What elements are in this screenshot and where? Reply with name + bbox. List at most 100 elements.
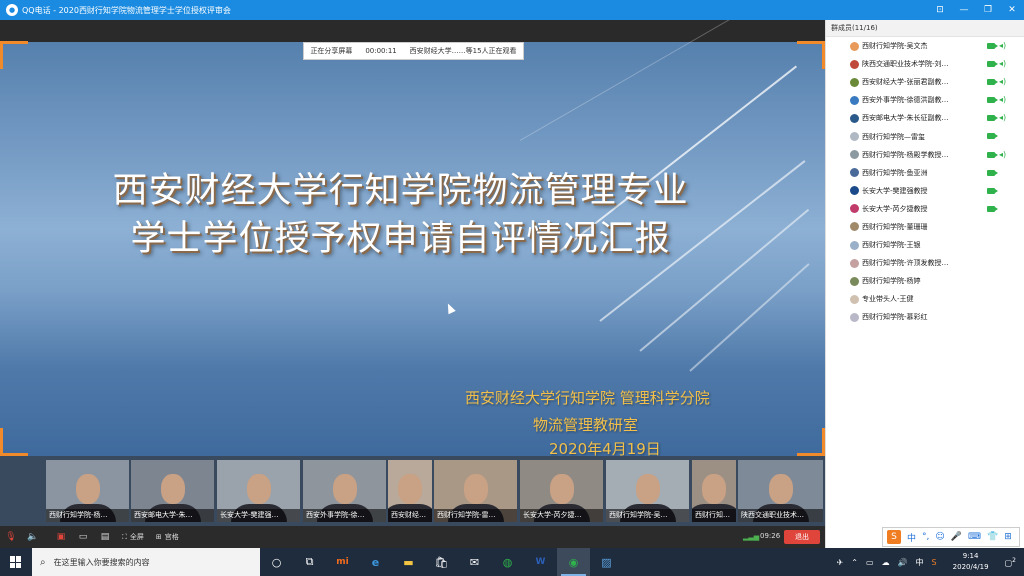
screen-share-icon[interactable]: ▭ xyxy=(72,526,94,548)
mic-active-icon: ◂) xyxy=(999,59,1007,69)
battery-icon[interactable]: ▭ xyxy=(866,558,874,567)
sogou-tray-icon[interactable]: S xyxy=(932,558,937,567)
window-meeting-title: 2020西财行知学院物流管理学士学位授权评审会 xyxy=(58,5,231,15)
close-button[interactable]: ✕ xyxy=(1000,0,1024,20)
ime-skin-icon[interactable]: 👕 xyxy=(987,532,998,542)
video-tile[interactable]: 长安大学-芮夕捷… xyxy=(520,460,603,522)
member-name: 陕西交通职业技术学院-刘… xyxy=(862,60,949,69)
network-icon[interactable]: ☁ xyxy=(882,558,890,567)
member-item[interactable]: 西财行知学院-慕彩红 xyxy=(826,308,1024,326)
sogou-logo-icon: S xyxy=(887,530,901,544)
member-avatar xyxy=(850,276,859,286)
store-icon[interactable]: 🛍 xyxy=(425,548,458,576)
task-view-icon[interactable]: ⧉ xyxy=(293,548,326,576)
whiteboard-icon[interactable]: ▤ xyxy=(94,526,116,548)
camera-on-icon xyxy=(987,205,998,212)
taskbar-clock[interactable]: 9:14 2020/4/19 xyxy=(941,551,1001,573)
mail-icon[interactable]: ✉ xyxy=(458,548,491,576)
taskbar-search-box[interactable]: ⌕ 在这里输入你要搜索的内容 xyxy=(32,548,260,576)
video-tile-label: 西安邮电大学-朱… xyxy=(131,509,214,522)
ime-keyboard-icon[interactable]: ⌨ xyxy=(968,532,981,542)
member-name: 西财行知学院-许顶发教授… xyxy=(862,259,949,268)
video-tile[interactable]: 西财行知学院-吴… xyxy=(606,460,689,522)
fullscreen-button[interactable]: ⛶ 全屏 xyxy=(122,532,144,542)
member-item[interactable]: 陕西交通职业技术学院-刘… ◂) xyxy=(826,55,1024,73)
member-item[interactable]: 西财行知学院—雷玺 xyxy=(826,127,1024,145)
video-tile[interactable]: 陕西交通职业技术… xyxy=(738,460,823,522)
member-item[interactable]: 西财行知学院-杨婷 xyxy=(826,272,1024,290)
volume-icon[interactable]: 🔊 xyxy=(898,558,908,567)
tray-chevron-up-icon[interactable]: ⌃ xyxy=(851,558,858,567)
member-panel: 群成员(11/16) 西财行知学院-吴文杰 ◂) 陕西交通职业技术学院-刘… ◂) 西安… xyxy=(825,20,1024,548)
member-list: 西财行知学院-吴文杰 ◂) 陕西交通职业技术学院-刘… ◂) 西安财经大学-张丽君副教…… xyxy=(826,37,1024,327)
system-tray: ✈ ⌃ ▭ ☁ 🔊 中 S 9:14 2020/4/19 ▢2 xyxy=(833,548,1024,576)
member-item[interactable]: 长安大学-樊建强教授 xyxy=(826,182,1024,200)
share-viewers: 西安财经大学……等15人正在观看 xyxy=(409,47,517,55)
participant-face xyxy=(75,474,100,504)
video-tile-label: 西财行知学院-雷… xyxy=(434,509,517,522)
wechat-icon[interactable]: ◍ xyxy=(491,548,524,576)
member-item[interactable]: 长安大学-芮夕捷教授 xyxy=(826,200,1024,218)
share-border-corner xyxy=(797,41,825,69)
ime-voice-icon[interactable]: 🎤 xyxy=(951,532,962,542)
camera-on-icon xyxy=(987,115,998,122)
member-item[interactable]: 西安财经大学-张丽君副教… ◂) xyxy=(826,73,1024,91)
restore-button[interactable]: ❐ xyxy=(976,0,1000,20)
slide-title-line2: 学士学位授予权申请自评情况汇报 xyxy=(130,219,671,259)
video-tile[interactable]: 西财行知学院-杨… xyxy=(46,460,129,522)
video-tile[interactable]: 长安大学-樊建强… xyxy=(217,460,300,522)
photos-icon[interactable]: ▨ xyxy=(590,548,623,576)
camera-off-icon[interactable]: ▣ xyxy=(50,526,72,548)
member-item[interactable]: 西财行知学院-董珊珊 xyxy=(826,218,1024,236)
member-item[interactable]: 西财行知学院-杨殿学教授… ◂) xyxy=(826,146,1024,164)
member-item[interactable]: 西财行知学院-吴文杰 ◂) xyxy=(826,37,1024,55)
video-tile[interactable]: 西安邮电大学-朱… xyxy=(131,460,214,522)
ime-punct-icon[interactable]: °, xyxy=(922,532,929,542)
cortana-icon[interactable]: ○ xyxy=(260,548,293,576)
mi-browser-icon[interactable]: mi xyxy=(326,548,359,576)
ime-lang-toggle[interactable]: 中 xyxy=(907,531,916,544)
video-tile[interactable]: 西财行知… xyxy=(692,460,736,522)
person-icon[interactable]: ✈ xyxy=(837,558,844,567)
ime-toolbox-icon[interactable]: ⊞ xyxy=(1004,532,1012,542)
participant-face xyxy=(702,474,726,504)
ime-emoji-icon[interactable]: ☺ xyxy=(935,532,944,542)
notification-center-icon[interactable]: ▢2 xyxy=(1005,557,1016,568)
member-item[interactable]: 西安外事学院-徐德洪副教… ◂) xyxy=(826,91,1024,109)
video-tile-label: 陕西交通职业技术… xyxy=(738,509,823,522)
pin-icon[interactable]: ⊡ xyxy=(928,0,952,20)
video-tile[interactable]: 西财行知学院-雷… xyxy=(434,460,517,522)
gallery-view-button[interactable]: ⊞ 宫格 xyxy=(156,532,179,542)
member-name: 西财行知学院—雷玺 xyxy=(862,132,925,141)
ime-toolbar[interactable]: S 中 °, ☺ 🎤 ⌨ 👕 ⊞ xyxy=(882,527,1020,547)
start-button[interactable] xyxy=(0,548,32,576)
exit-call-button[interactable]: 退出 xyxy=(784,530,820,544)
video-tile-label: 西财行知学院-吴… xyxy=(606,509,689,522)
member-item[interactable]: 西安邮电大学-朱长征副教… ◂) xyxy=(826,109,1024,127)
member-name: 西财行知学院-杨婷 xyxy=(862,277,921,286)
qq-call-icon[interactable]: ◉ xyxy=(557,548,590,576)
slide-title-line1: 西安财经大学行知学院物流管理专业 xyxy=(112,171,689,211)
member-avatar xyxy=(850,77,859,87)
video-tile[interactable]: 西安外事学院-徐… xyxy=(303,460,386,522)
minimize-button[interactable]: — xyxy=(952,0,976,20)
speaker-icon[interactable]: 🔈 xyxy=(22,526,44,548)
member-name: 西财行知学院-慕彩红 xyxy=(862,313,928,322)
screen-share-status-bar[interactable]: 正在分享屏幕 00:00:11 西安财经大学……等15人正在观看 xyxy=(303,42,524,60)
member-item[interactable]: 西财行知学院-鱼亚洲 xyxy=(826,164,1024,182)
edge-icon[interactable]: e xyxy=(359,548,392,576)
member-avatar xyxy=(850,59,859,69)
member-item[interactable]: 专业带头人-王健 xyxy=(826,290,1024,308)
video-strip: 西财行知学院-杨… 西安邮电大学-朱… 长安大学-樊建强… 西安外事学院-徐… 西安财经… xyxy=(0,456,825,526)
word-icon[interactable]: W xyxy=(524,548,557,576)
member-item[interactable]: 西财行知学院-许顶发教授… xyxy=(826,254,1024,272)
search-icon: ⌕ xyxy=(40,556,46,568)
video-tile[interactable]: 西安财经… xyxy=(388,460,432,522)
mic-muted-icon[interactable]: 🎙 xyxy=(0,526,22,548)
mic-active-icon: ◂) xyxy=(999,41,1007,50)
gallery-label: 宫格 xyxy=(164,533,179,541)
tray-ime-indicator[interactable]: 中 xyxy=(916,557,924,568)
fullscreen-label: 全屏 xyxy=(129,533,144,541)
file-explorer-icon[interactable]: ▬ xyxy=(392,548,425,576)
member-item[interactable]: 西财行知学院-王银 xyxy=(826,236,1024,254)
